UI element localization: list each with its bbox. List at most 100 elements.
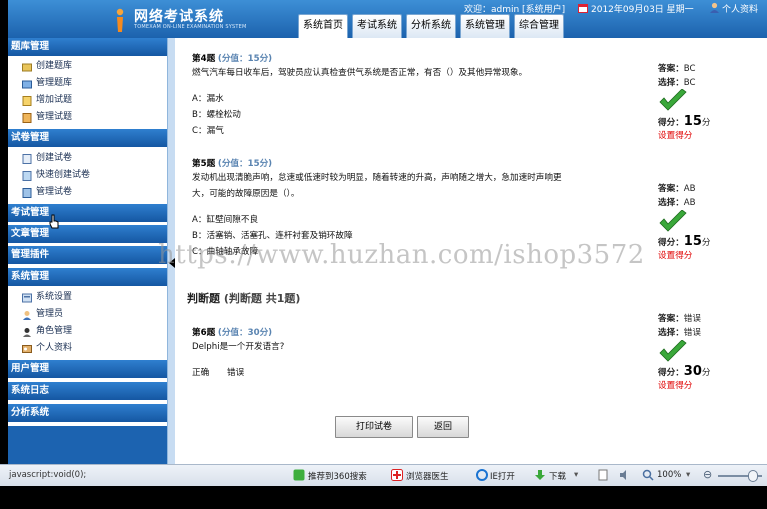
- sidebar-item-label: 快速创建试卷: [36, 170, 91, 180]
- question-option: B：螺栓松动: [192, 110, 241, 120]
- set-score-link[interactable]: 设置得分: [658, 249, 692, 261]
- question-text: 燃气汽车每日收车后，驾驶员应认真检查供气系统是否正常，有否（）及其他异常现象。: [192, 68, 528, 78]
- tab-exam[interactable]: 考试系统: [352, 14, 402, 38]
- ie-open-button[interactable]: IE打开: [490, 470, 515, 482]
- paper-icon: [22, 188, 32, 198]
- tab-analysis[interactable]: 分析系统: [406, 14, 456, 38]
- sidebar-section-question-bank[interactable]: 题库管理: [8, 38, 167, 56]
- question-number: 第4题: [192, 54, 216, 64]
- set-score-link[interactable]: 设置得分: [658, 129, 692, 141]
- correct-check-icon: [659, 89, 687, 111]
- score-row: 得分：30分: [658, 364, 711, 379]
- section-summary: (判断题 共1题): [223, 292, 301, 305]
- sidebar-item-roles[interactable]: 角色管理: [8, 323, 167, 340]
- zoom-out-icon[interactable]: ⊖: [703, 468, 712, 481]
- question-text: 大，可能的故障原因是（）。: [192, 189, 300, 199]
- zoom-slider-knob[interactable]: [748, 470, 758, 482]
- choice-value: BC: [683, 78, 696, 88]
- paper-icon: [22, 154, 32, 164]
- sidebar-item-label: 创建题库: [36, 61, 73, 71]
- zoom-level[interactable]: 100%: [657, 470, 681, 480]
- sidebar-section-article[interactable]: 文章管理: [8, 225, 167, 243]
- score-label: 得分：: [658, 118, 684, 128]
- sidebar-background: [8, 426, 167, 464]
- tab-general[interactable]: 综合管理: [514, 14, 564, 38]
- correct-check-icon: [659, 340, 687, 362]
- sidebar-item-profile[interactable]: 个人资料: [8, 340, 167, 357]
- question-number: 第6题: [192, 328, 216, 338]
- score-label: 得分：: [658, 368, 684, 378]
- choice-row: 选择：AB: [658, 196, 696, 208]
- sidebar-item-quick-create-paper[interactable]: 快速创建试卷: [8, 167, 167, 184]
- question-text: 发动机出现清脆声响，怠速或低速时较为明显，随着转速的升高，声响随之增大，急加速时…: [192, 173, 562, 183]
- volume-icon[interactable]: [619, 469, 631, 481]
- role-icon: [23, 328, 31, 337]
- sidebar-section-logs[interactable]: 系统日志: [8, 382, 167, 400]
- zoom-dropdown-icon[interactable]: ▾: [686, 470, 690, 480]
- answer-value: AB: [683, 184, 696, 194]
- answer-value: BC: [683, 64, 696, 74]
- admin-icon: [23, 311, 31, 320]
- document-icon: [22, 113, 32, 123]
- answer-row: 答案：BC: [658, 62, 696, 74]
- sidebar-section-exam[interactable]: 考试管理: [8, 204, 167, 222]
- sidebar-item-label: 管理题库: [36, 78, 73, 88]
- question-option: A：缸壁间隙不良: [192, 215, 259, 225]
- sidebar-section-users[interactable]: 用户管理: [8, 360, 167, 378]
- folder-icon: [22, 80, 32, 89]
- settings-icon: [22, 293, 32, 303]
- sidebar-item-label: 管理试卷: [36, 187, 73, 197]
- score-unit: 分: [701, 118, 711, 128]
- page-icon[interactable]: [597, 469, 609, 481]
- app-title: 网络考试系统: [134, 9, 224, 25]
- back-button[interactable]: 返回: [417, 416, 469, 438]
- answer-row: 答案：错误: [658, 312, 701, 324]
- tab-system[interactable]: 系统管理: [460, 14, 510, 38]
- question-option: 错误: [227, 368, 245, 378]
- topbar: 欢迎：admin [系统用户] 2012年09月03日 星期一 个人资料: [458, 1, 767, 15]
- tab-home[interactable]: 系统首页: [298, 14, 348, 38]
- profile-link[interactable]: 个人资料: [722, 2, 758, 15]
- question-option: 正确: [192, 368, 210, 378]
- question-header: 第4题 (分值：15分): [192, 52, 272, 64]
- sidebar-section-system[interactable]: 系统管理: [8, 268, 167, 286]
- print-paper-button[interactable]: 打印试卷: [335, 416, 413, 438]
- sidebar-item-manage-paper[interactable]: 管理试卷: [8, 184, 167, 201]
- sidebar-item-label: 管理员: [36, 309, 64, 319]
- browser-doctor-button[interactable]: 浏览器医生: [406, 470, 449, 482]
- question-points: (分值：30分): [217, 328, 273, 338]
- question-number: 第5题: [192, 159, 216, 169]
- answer-row: 答案：AB: [658, 182, 696, 194]
- answer-label: 答案：: [658, 314, 684, 324]
- sidebar-item-manage-questions[interactable]: 管理试题: [8, 109, 167, 126]
- screen-bottom-edge: [0, 486, 767, 509]
- sidebar-section-analysis[interactable]: 分析系统: [8, 404, 167, 422]
- download-dropdown-icon[interactable]: ▾: [574, 470, 578, 480]
- document-icon: [22, 96, 32, 106]
- paper-icon: [22, 171, 32, 181]
- score-row: 得分：15分: [658, 234, 711, 249]
- question-header: 第5题 (分值：15分): [192, 157, 272, 169]
- sidebar-item-admins[interactable]: 管理员: [8, 306, 167, 323]
- set-score-link[interactable]: 设置得分: [658, 379, 692, 391]
- left-edge: [0, 0, 8, 464]
- sidebar-item-system-settings[interactable]: 系统设置: [8, 289, 167, 306]
- question-option: A：漏水: [192, 94, 224, 104]
- sidebar-item-create-paper[interactable]: 创建试卷: [8, 150, 167, 167]
- download-button[interactable]: 下载: [549, 470, 566, 482]
- sidebar-item-create-bank[interactable]: 创建题库: [8, 58, 167, 75]
- sidebar-section-paper[interactable]: 试卷管理: [8, 129, 167, 147]
- section-title: 判断题 (判断题 共1题): [187, 290, 300, 306]
- sidebar-item-add-question[interactable]: 增加试题: [8, 92, 167, 109]
- profile-card-icon: [22, 345, 32, 353]
- recommend-360-button[interactable]: 推荐到360搜索: [308, 470, 367, 482]
- question-option: C：漏气: [192, 126, 224, 136]
- download-icon: [535, 470, 545, 480]
- user-icon: [710, 2, 719, 13]
- sidebar-item-manage-bank[interactable]: 管理题库: [8, 75, 167, 92]
- choice-value: AB: [683, 198, 696, 208]
- answer-label: 答案：: [658, 64, 684, 74]
- choice-label: 选择：: [658, 78, 684, 88]
- score-value: 15: [683, 234, 702, 249]
- sidebar-section-plugin[interactable]: 管理插件: [8, 246, 167, 264]
